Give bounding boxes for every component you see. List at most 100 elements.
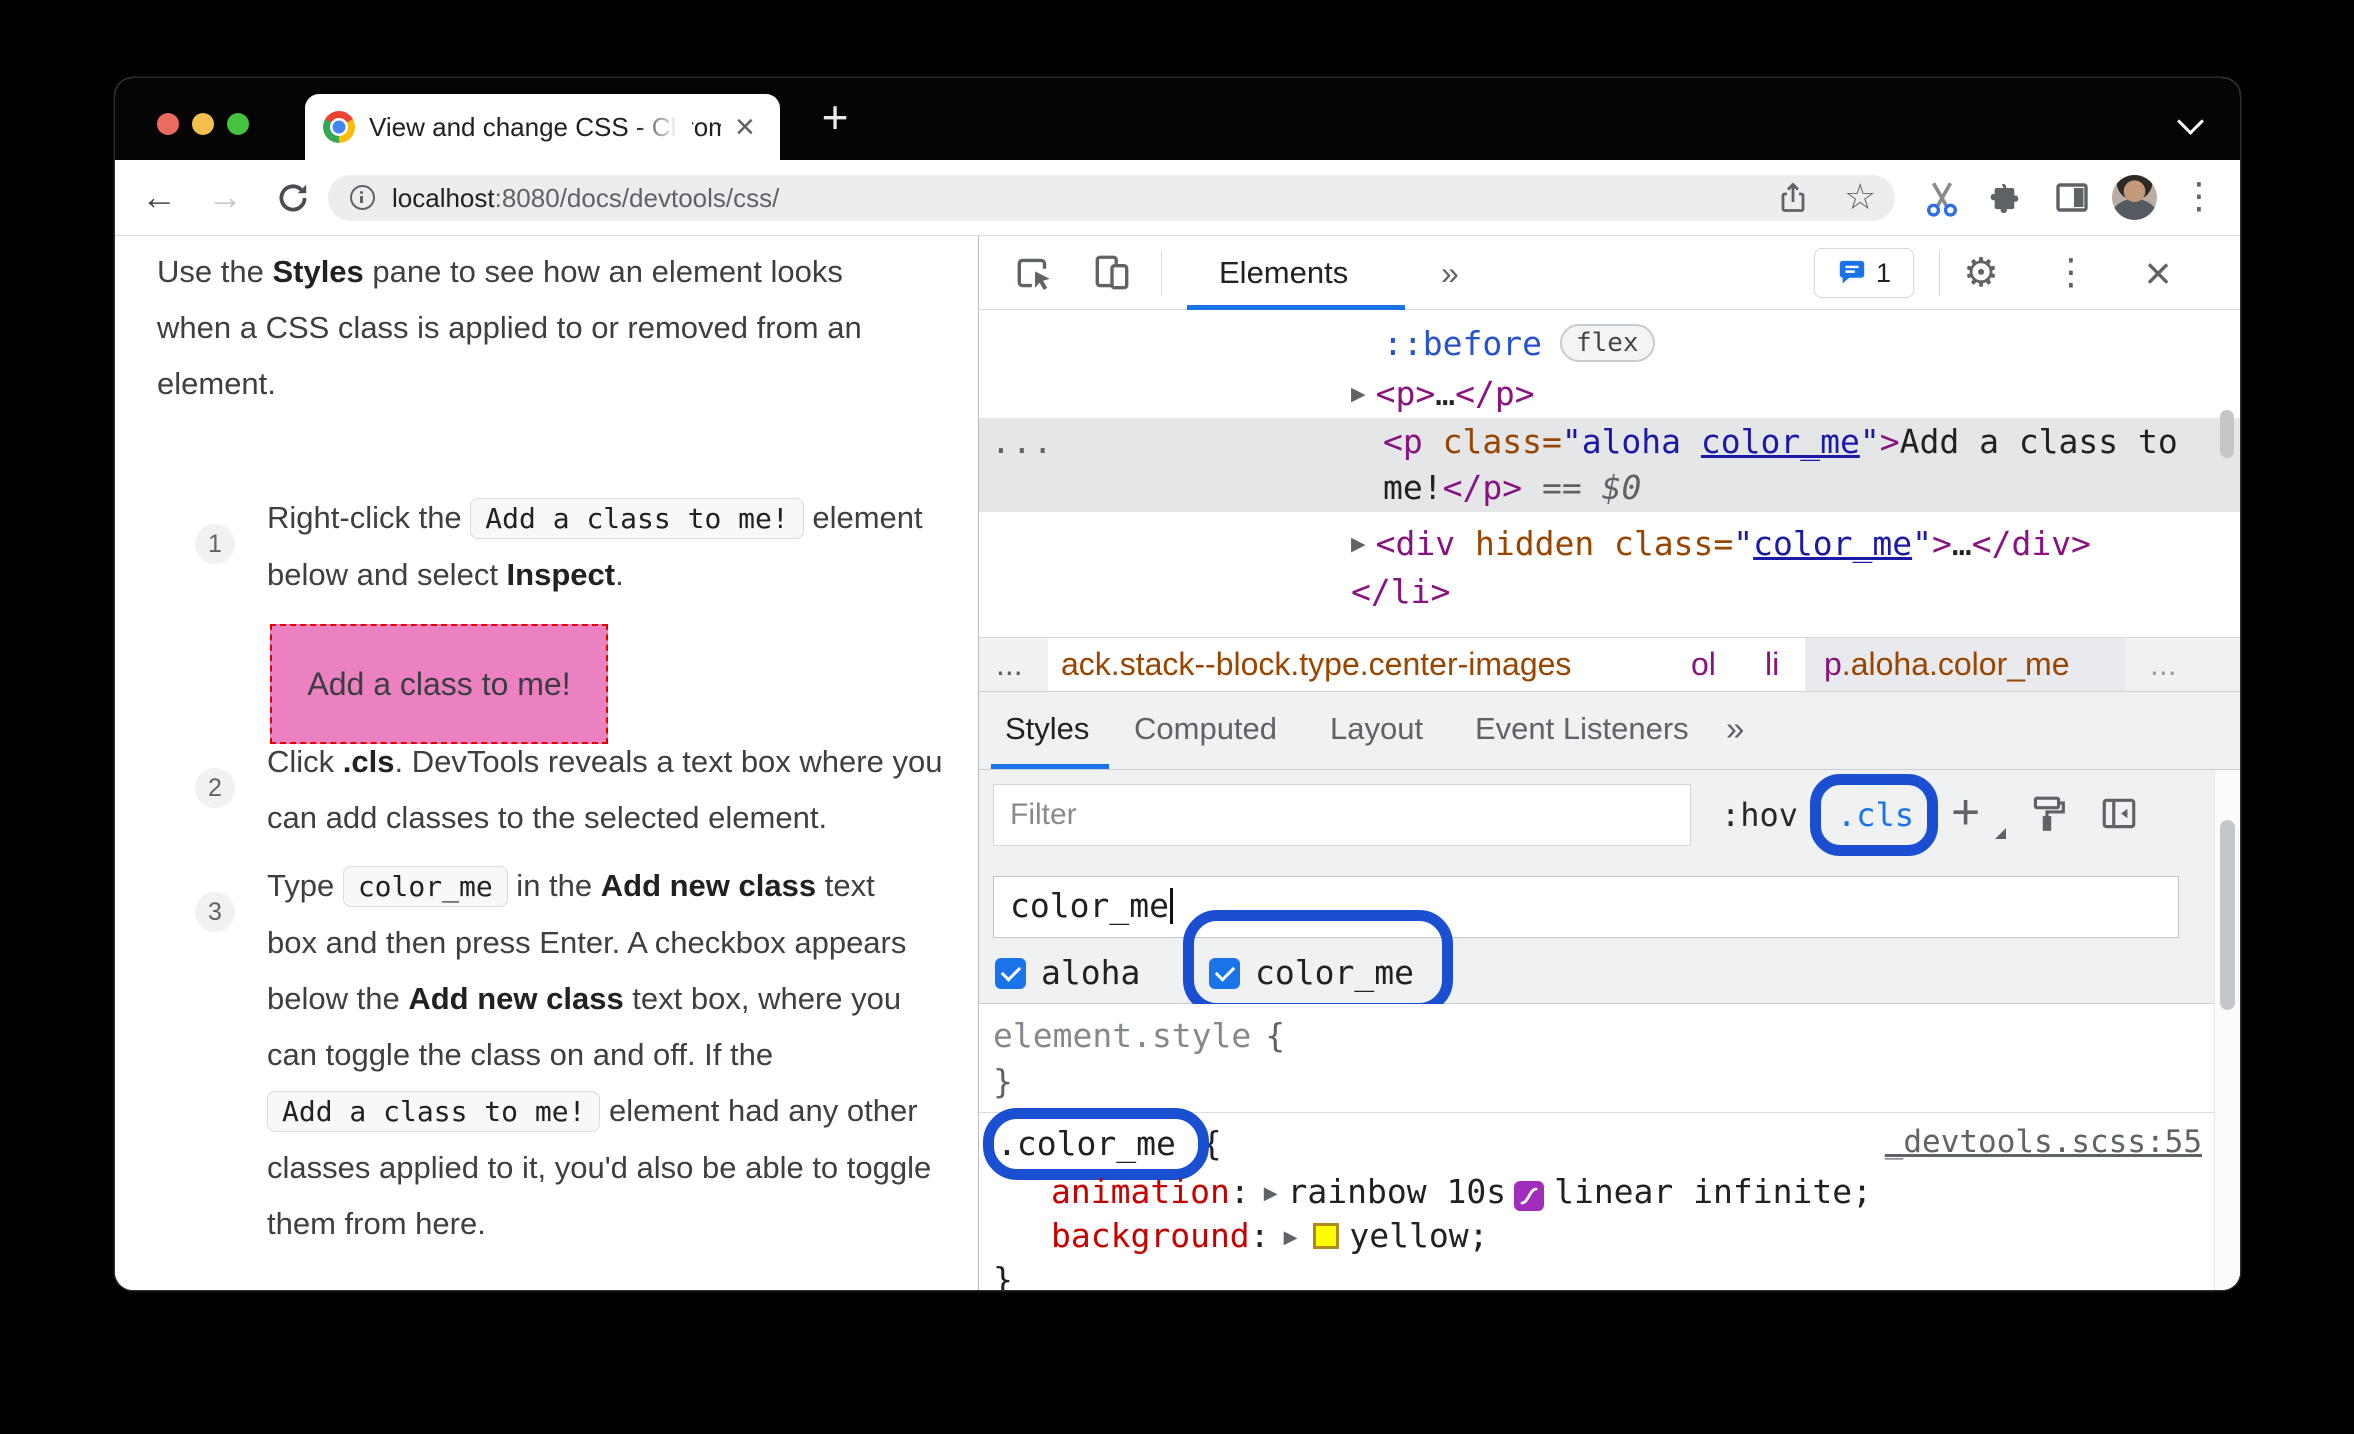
chat-bubble-icon: [1839, 260, 1865, 284]
minimize-window-button[interactable]: [192, 113, 214, 135]
window-controls: [157, 113, 249, 135]
checkbox-color-me-label: color_me: [1255, 953, 1414, 992]
add-new-class-input[interactable]: color_me: [993, 876, 2179, 938]
flex-badge[interactable]: flex: [1559, 324, 1655, 362]
checkmark-icon: [1214, 961, 1236, 982]
dom-breadcrumbs: ... ack.stack--block.type.center-images …: [979, 637, 2240, 692]
device-toolbar-icon[interactable]: [1091, 252, 1133, 302]
tab-event-listeners[interactable]: Event Listeners: [1475, 692, 1689, 766]
scissors-extension-icon[interactable]: [1923, 179, 1961, 222]
devtools-menu-kebab-icon[interactable]: ⋮: [2051, 236, 2091, 310]
dom-row-li-close[interactable]: </li>: [1351, 572, 1450, 611]
browser-menu-kebab-icon[interactable]: ⋮: [2177, 160, 2221, 234]
color-me-rule-selector[interactable]: .color_me{: [997, 1124, 1222, 1163]
back-button[interactable]: ←: [137, 160, 181, 236]
window-body: Use the Styles pane to see how an elemen…: [115, 236, 2240, 1290]
tab-title-fade: [636, 108, 692, 148]
code-chip: Add a class to me!: [267, 1091, 601, 1132]
step-3-text: Type color_me in the Add new class text …: [267, 866, 932, 1241]
browser-tab[interactable]: View and change CSS - Chrome ×: [305, 94, 780, 160]
dom-row-div-hidden[interactable]: ▶ <div hidden class="color_me">…</div>: [1351, 524, 2091, 563]
close-window-button[interactable]: [157, 113, 179, 135]
tab-close-icon[interactable]: ×: [735, 110, 755, 144]
checkbox-aloha-label: aloha: [1041, 953, 1141, 992]
devtools-settings-gear-icon[interactable]: ⚙: [1959, 236, 2003, 310]
step-1-number: 1: [195, 524, 235, 564]
expand-property-arrow-icon[interactable]: ▶: [1264, 1183, 1278, 1204]
url-path: :8080/docs/devtools/css/: [494, 183, 780, 213]
tab-strip: View and change CSS - Chrome × +: [115, 78, 2240, 160]
forward-button[interactable]: →: [203, 160, 247, 236]
hov-toggle-button[interactable]: :hov: [1721, 770, 1798, 860]
step-1-text: Right-click the Add a class to me! eleme…: [267, 498, 923, 592]
messages-count: 1: [1875, 257, 1892, 288]
cls-toggle-button[interactable]: .cls: [1837, 770, 1914, 860]
address-bar[interactable]: localhost:8080/docs/devtools/css/ ☆: [328, 175, 1895, 221]
styles-filter-input[interactable]: [993, 784, 1691, 846]
desktop-background: View and change CSS - Chrome × + ← → loc…: [0, 0, 2354, 1434]
color-me-rule-close: }: [993, 1260, 1013, 1290]
styles-scrollbar-thumb[interactable]: [2220, 820, 2235, 1010]
devtools-close-icon[interactable]: ×: [2135, 236, 2181, 310]
extensions-puzzle-icon[interactable]: [1987, 179, 2025, 222]
styles-filter-row: :hov .cls +: [979, 770, 2240, 860]
dom-scrollbar-thumb[interactable]: [2220, 410, 2234, 458]
tab-elements[interactable]: Elements: [1219, 255, 1348, 291]
url-host: localhost: [392, 183, 495, 213]
crumb-li[interactable]: li: [1765, 638, 1779, 690]
side-panel-icon[interactable]: [2053, 179, 2091, 222]
selected-line-2: me!</p> == $0: [1383, 468, 1642, 507]
toggle-sidebar-icon[interactable]: [2099, 794, 2139, 842]
rendering-emulation-icon[interactable]: [2027, 794, 2067, 842]
background-property-line[interactable]: background: ▶ yellow;: [1051, 1216, 1488, 1255]
chevron-down-icon[interactable]: [2177, 108, 2204, 135]
devtools-panel: Elements » 1 ⚙ ⋮ × ::before flex ▶ <p>…</p…: [978, 236, 2240, 1290]
dollar-zero-ref: $0: [1601, 468, 1642, 507]
console-messages-button[interactable]: 1: [1814, 248, 1914, 298]
styles-pane-tabs: Styles Computed Layout Event Listeners »: [979, 692, 2240, 770]
share-icon[interactable]: [1776, 181, 1810, 220]
site-info-icon[interactable]: [350, 185, 375, 210]
cubic-bezier-editor-icon[interactable]: [1514, 1181, 1545, 1211]
expand-arrow-icon[interactable]: ▶: [1351, 383, 1366, 405]
color-swatch-yellow[interactable]: [1313, 1223, 1340, 1249]
tab-styles[interactable]: Styles: [1005, 692, 1089, 766]
crumb-stack-block[interactable]: ack.stack--block.type.center-images: [1061, 638, 1571, 690]
gutter-dots: ...: [991, 422, 1054, 461]
checkmark-icon: [1000, 961, 1022, 982]
inspect-element-icon[interactable]: [1013, 252, 1055, 302]
styles-rules: element.style{ } .color_me{ _devtools.sc…: [979, 1004, 2240, 1290]
new-style-rule-button[interactable]: +: [1951, 770, 1980, 854]
crumb-overflow-right[interactable]: ...: [2150, 638, 2177, 690]
bookmark-star-icon[interactable]: ☆: [1844, 180, 1876, 216]
element-style-close: }: [993, 1062, 1013, 1101]
code-chip: color_me: [342, 866, 508, 907]
dom-row-p-collapsed[interactable]: ▶ <p>…</p>: [1351, 374, 1535, 413]
dom-row-before-pseudo[interactable]: ::before flex: [1383, 324, 1655, 363]
more-panels-chevrons[interactable]: »: [1441, 255, 1459, 292]
dom-row-selected[interactable]: ... <p class="aloha color_me">Add a clas…: [979, 418, 2240, 512]
checkbox-aloha[interactable]: [995, 958, 1026, 989]
new-tab-button[interactable]: +: [809, 92, 861, 144]
text-caret: [1169, 888, 1173, 924]
stylesheet-source-link[interactable]: _devtools.scss:55: [1885, 1124, 2202, 1160]
tab-layout[interactable]: Layout: [1330, 692, 1423, 766]
element-style-rule[interactable]: element.style{: [993, 1016, 1285, 1055]
more-panes-chevrons[interactable]: »: [1726, 692, 1744, 766]
crumb-ol[interactable]: ol: [1691, 638, 1716, 690]
profile-avatar[interactable]: [2112, 175, 2157, 220]
crumb-overflow-left[interactable]: ...: [996, 638, 1023, 690]
tab-computed[interactable]: Computed: [1134, 692, 1277, 766]
toolbar-divider: [1939, 250, 1940, 296]
step-2-number: 2: [195, 768, 235, 808]
zoom-window-button[interactable]: [227, 113, 249, 135]
page-content: Use the Styles pane to see how an elemen…: [115, 236, 978, 1290]
url-text: localhost:8080/docs/devtools/css/: [392, 175, 779, 221]
expand-property-arrow-icon[interactable]: ▶: [1284, 1227, 1298, 1248]
expand-arrow-icon[interactable]: ▶: [1351, 533, 1366, 555]
demo-pink-box[interactable]: Add a class to me!: [270, 624, 608, 744]
animation-property-line[interactable]: animation: ▶ rainbow 10s linear infinite;: [1051, 1172, 1872, 1211]
reload-button[interactable]: [271, 160, 315, 236]
checkbox-color-me[interactable]: [1209, 958, 1240, 989]
crumb-p-aloha-color-me[interactable]: p.aloha.color_me: [1824, 638, 2069, 690]
